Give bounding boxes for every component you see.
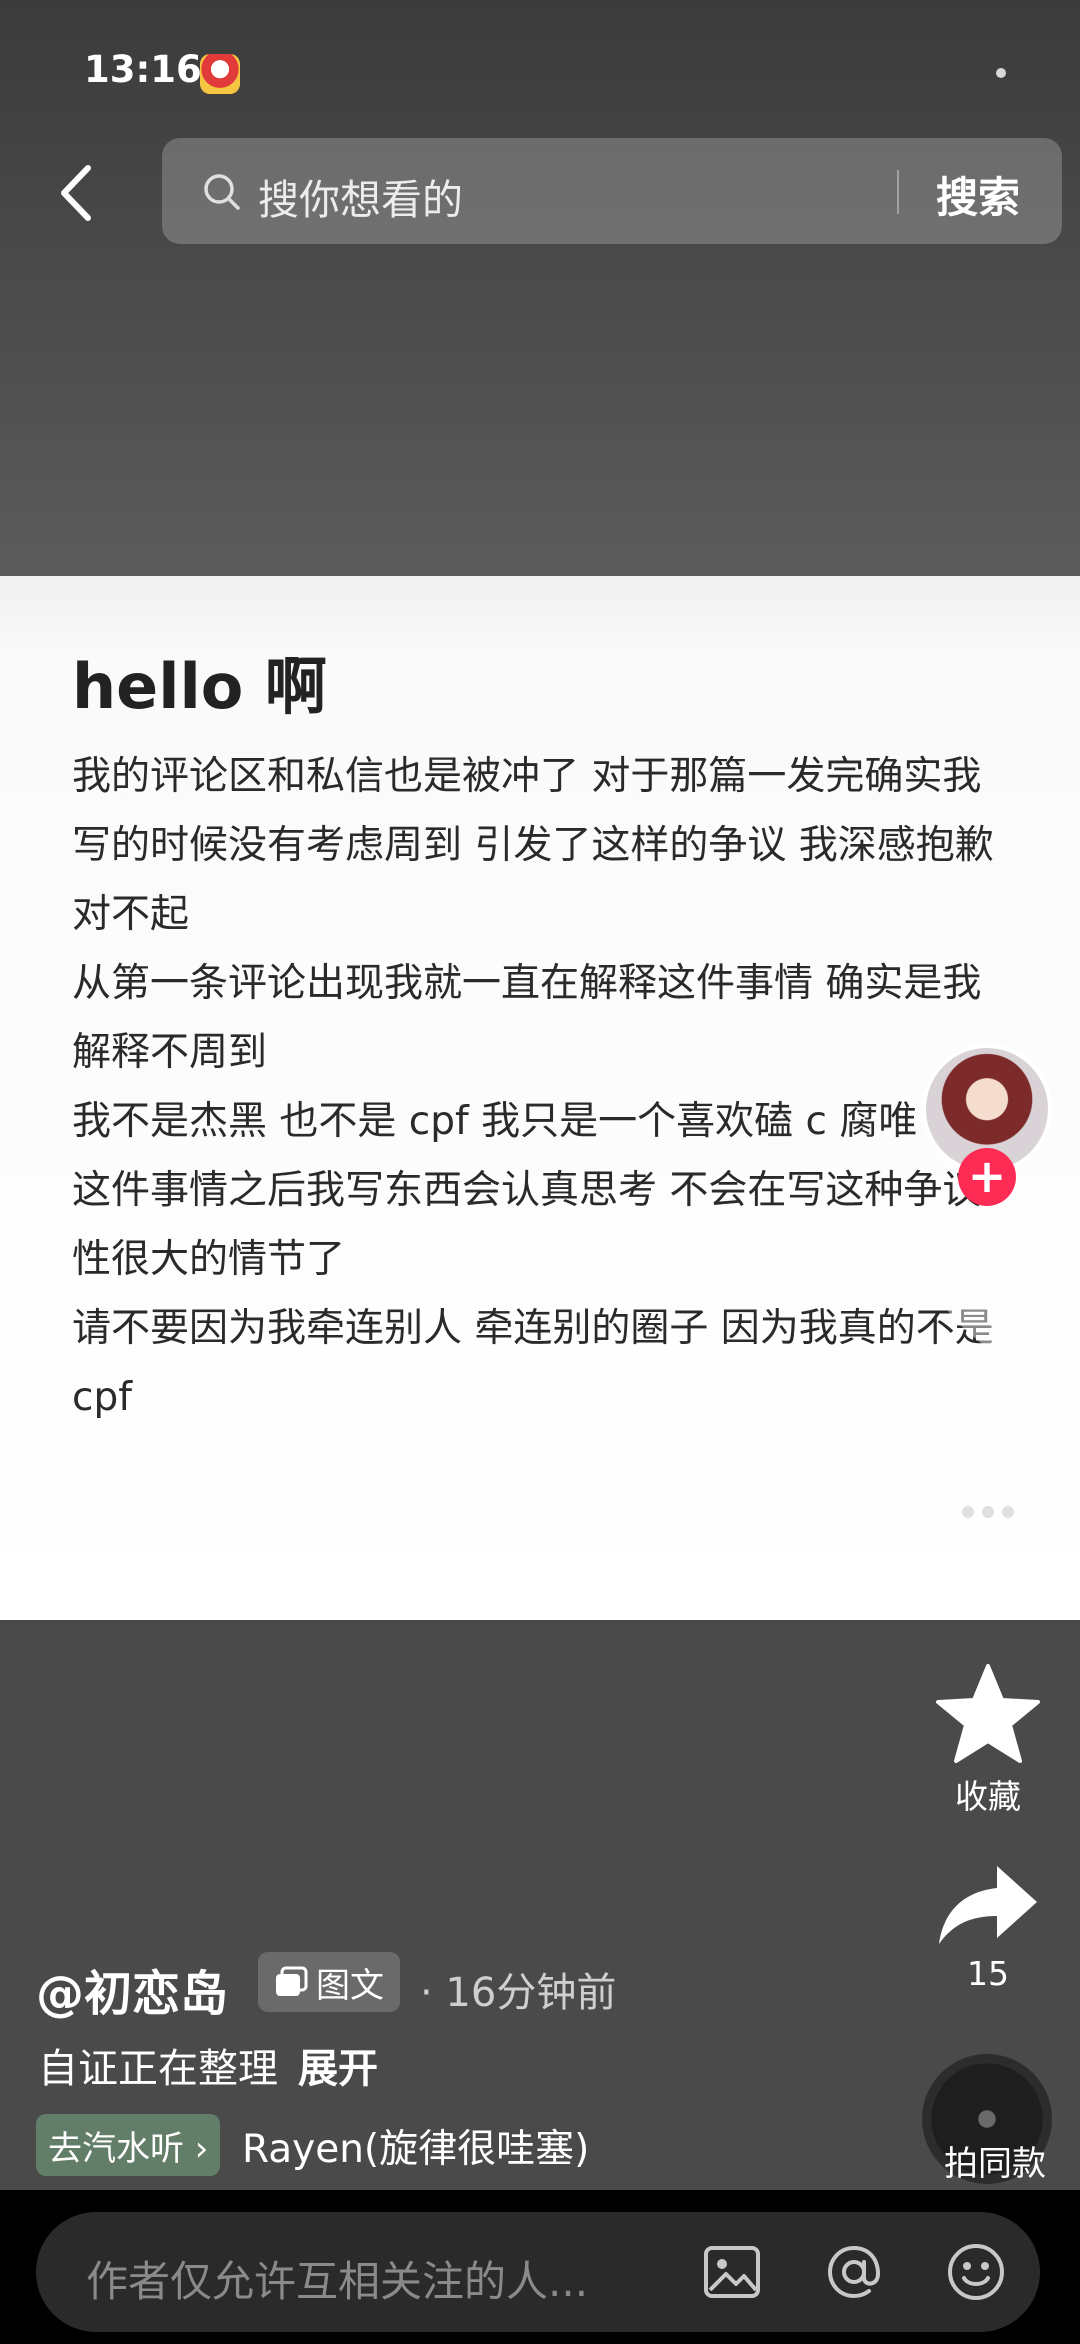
like-count: 26 <box>967 1360 1009 1399</box>
search-button[interactable]: 搜索 <box>936 164 1020 225</box>
status-time: 13:16 <box>84 48 202 91</box>
author-name[interactable]: @初恋岛 <box>36 1954 228 2024</box>
comment-button[interactable]: 136 <box>924 1464 1052 1607</box>
post-paragraph: 我的评论区和私信也是被冲了 对于那篇一发完确实我写的时候没有考虑周到 引发了这样… <box>72 754 994 937</box>
post-paragraph: 从第一条评论出现我就一直在解释这件事情 确实是我解释不周到 <box>72 961 982 1075</box>
post-time: · 16分钟前 <box>420 1970 617 2016</box>
star-icon <box>936 1664 1040 1763</box>
emoji-icon[interactable] <box>944 2240 1008 2304</box>
expand-button[interactable]: 展开 <box>298 2046 378 2092</box>
comment-bubble-icon <box>941 1472 1035 1558</box>
caption: 自证正在整理 展开 <box>38 2036 378 2094</box>
post-image-card[interactable]: hello 啊 我的评论区和私信也是被冲了 对于那篇一发完确实我写的时候没有考虑… <box>0 576 1080 1620</box>
caption-text: 自证正在整理 <box>38 2046 278 2092</box>
favorite-button[interactable]: 收藏 <box>924 1662 1052 1818</box>
favorite-label: 收藏 <box>955 1777 1021 1816</box>
post-body: 我的评论区和私信也是被冲了 对于那篇一发完确实我写的时候没有考虑周到 引发了这样… <box>72 742 1012 1432</box>
signal-indicator-icon <box>996 68 1006 78</box>
search-input[interactable]: 搜你想看的 <box>258 166 463 226</box>
post-type-badge: 图文 <box>258 1952 400 2012</box>
image-text-icon <box>276 1966 308 1996</box>
post-paragraph: 这件事情之后我写东西会认真思考 不会在写这种争议性很大的情节了 <box>72 1168 982 1282</box>
share-count: 15 <box>967 1954 1009 1993</box>
search-divider <box>897 170 899 214</box>
like-button[interactable]: 26 <box>924 1256 1052 1399</box>
same-style-label[interactable]: 拍同款 <box>930 2136 1060 2185</box>
post-title: hello 啊 <box>72 650 327 723</box>
music-track-name[interactable]: Rayen(旋律很哇塞) <box>242 2118 589 2174</box>
comment-input[interactable]: 作者仅允许互相关注的人... <box>86 2248 588 2309</box>
share-button[interactable]: 15 <box>924 1860 1052 1993</box>
chevron-left-icon <box>61 165 91 221</box>
search-icon <box>204 174 240 210</box>
comment-count: 136 <box>956 1568 1020 1607</box>
image-picker-icon[interactable] <box>700 2240 764 2304</box>
heart-icon <box>939 1261 1037 1348</box>
post-type-label: 图文 <box>316 1965 384 2006</box>
app-notification-icon <box>200 54 240 94</box>
back-button[interactable] <box>50 158 110 228</box>
search-bar[interactable]: 搜你想看的 搜索 <box>162 138 1062 244</box>
post-paragraph: 请不要因为我牵连别人 牵连别的圈子 因为我真的不是 cpf <box>72 1306 994 1420</box>
post-paragraph: 我不是杰黑 也不是 cpf 我只是一个喜欢磕 c 腐唯 <box>72 1099 918 1144</box>
comment-input-bar[interactable]: 作者仅允许互相关注的人... <box>36 2212 1040 2332</box>
follow-button[interactable]: + <box>958 1148 1016 1206</box>
music-app-link[interactable]: 去汽水听 › <box>36 2114 221 2176</box>
mention-icon[interactable] <box>822 2240 886 2304</box>
share-arrow-icon <box>939 1866 1037 1944</box>
